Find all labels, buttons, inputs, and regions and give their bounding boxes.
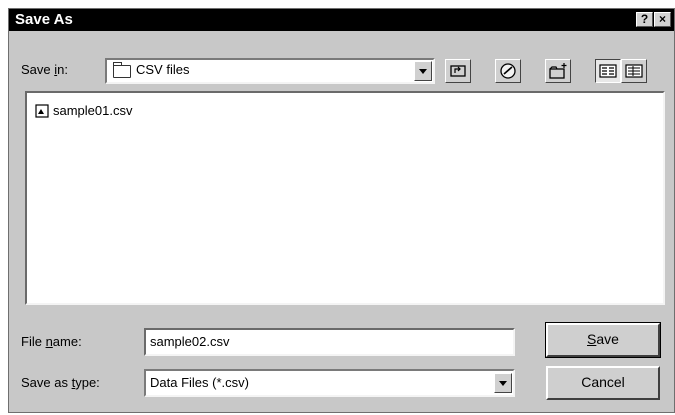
desktop-button[interactable] — [495, 59, 521, 83]
folder-icon — [113, 62, 131, 78]
file-name-value: sample02.csv — [150, 334, 230, 349]
save-in-value: CSV files — [136, 62, 190, 77]
save-as-dialog: Save As ? × Save in: CSV files sample01.… — [8, 8, 675, 413]
details-view-button[interactable] — [621, 59, 647, 83]
file-name-label: File name: — [21, 334, 82, 349]
details-view-icon — [625, 64, 643, 78]
save-in-dropdown-button[interactable] — [414, 61, 432, 81]
save-in-label: Save in: — [21, 62, 68, 77]
list-view-button[interactable] — [595, 59, 621, 83]
close-icon: × — [658, 12, 666, 26]
new-folder-icon — [549, 63, 567, 79]
up-one-level-button[interactable] — [445, 59, 471, 83]
file-name-input[interactable]: sample02.csv — [144, 328, 515, 356]
save-in-combobox[interactable]: CSV files — [105, 58, 435, 84]
save-as-type-value: Data Files (*.csv) — [150, 375, 249, 390]
list-view-icon — [599, 64, 617, 78]
help-button[interactable]: ? — [636, 12, 653, 27]
file-list[interactable]: sample01.csv — [25, 91, 665, 305]
desktop-icon — [500, 63, 516, 79]
save-button[interactable]: Save — [545, 322, 661, 358]
save-as-type-combobox[interactable]: Data Files (*.csv) — [144, 369, 515, 397]
file-name-text: sample01.csv — [53, 103, 133, 118]
help-icon: ? — [640, 12, 649, 26]
up-one-level-icon — [450, 65, 466, 77]
dialog-title: Save As — [15, 11, 73, 28]
title-bar[interactable]: Save As ? × — [9, 9, 674, 31]
cancel-button[interactable]: Cancel — [546, 366, 660, 400]
save-as-type-dropdown-button[interactable] — [494, 373, 512, 393]
new-folder-button[interactable] — [545, 59, 571, 83]
file-icon — [35, 104, 49, 118]
save-as-type-label: Save as type: — [21, 375, 100, 390]
close-button[interactable]: × — [654, 12, 671, 27]
